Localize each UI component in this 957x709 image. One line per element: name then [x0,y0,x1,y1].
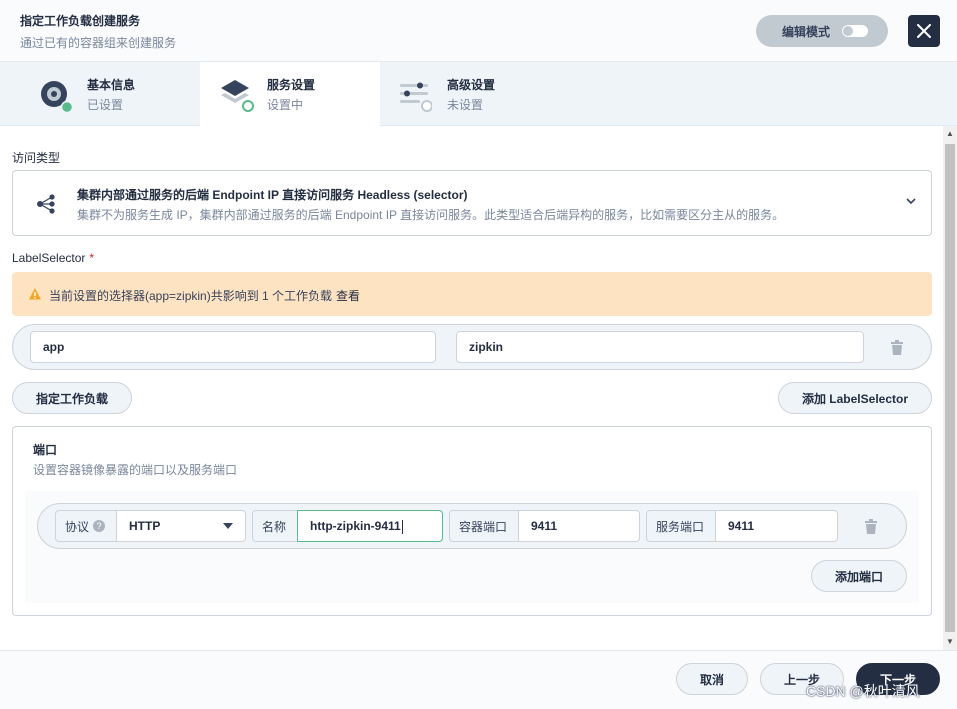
port-name-input[interactable]: http-zipkin-9411 [297,510,443,542]
label-selector-label: LabelSelector * [12,251,94,265]
tab-basic-info[interactable]: 基本信息 已设置 [0,62,180,126]
scrollbar-thumb[interactable] [945,144,955,632]
label-value-input[interactable]: zipkin [456,331,864,363]
step-title: 基本信息 [87,78,136,92]
warning-message: 当前设置的选择器(app=zipkin)共影响到 1 个工作负载 查看 [49,287,360,304]
step-status: 设置中 [267,98,304,112]
port-name-value: http-zipkin-9411 [310,519,401,533]
access-type-title: 集群内部通过服务的后端 Endpoint IP 直接访问服务 Headless … [77,188,468,202]
view-link[interactable]: 查看 [336,289,360,303]
edit-mode-label: 编辑模式 [782,24,831,39]
ports-description: 设置容器镜像暴露的端口以及服务端口 [33,463,238,477]
service-port-addon: 服务端口 [646,510,716,542]
step-title: 高级设置 [447,78,496,92]
service-port-input[interactable]: 9411 [715,510,838,542]
specify-workload-button[interactable]: 指定工作负载 [12,382,132,414]
add-label-selector-button[interactable]: 添加 LabelSelector [778,382,932,414]
scroll-down-icon[interactable]: ▼ [946,638,954,646]
dialog-header: 指定工作负载创建服务 通过已有的容器组来创建服务 编辑模式 [0,0,957,62]
access-type-label: 访问类型 [12,151,61,165]
protocol-select[interactable]: HTTP [116,510,246,542]
close-button[interactable] [908,15,940,47]
add-port-button[interactable]: 添加端口 [811,560,907,592]
dialog-subtitle: 通过已有的容器组来创建服务 [20,36,177,50]
cancel-button[interactable]: 取消 [676,663,748,695]
ports-list: 协议 ? HTTP 名称 http-zipkin-9411 容器端口 9411 … [25,491,919,603]
step-title: 服务设置 [267,78,316,92]
dialog-title: 指定工作负载创建服务 [20,14,141,28]
basic-info-icon [41,81,72,112]
tab-service-settings[interactable]: 服务设置 设置中 [200,62,380,126]
label-selector-row: app zipkin [12,324,932,370]
step-status: 未设置 [447,98,484,112]
vertical-scrollbar[interactable]: ▲ ▼ [943,126,957,650]
help-icon[interactable]: ? [93,520,106,532]
warning-text: 当前设置的选择器(app=zipkin)共影响到 1 个工作负载 [49,289,333,303]
edit-mode-toggle[interactable]: 编辑模式 [756,15,888,47]
required-mark: * [89,251,95,265]
toggle-knob [843,26,853,36]
selector-warning: 当前设置的选择器(app=zipkin)共影响到 1 个工作负载 查看 [12,272,932,316]
ports-title: 端口 [33,443,58,457]
watermark: CSDN @秋叶清风 [806,683,920,699]
text-cursor [401,519,403,534]
trash-icon[interactable] [890,340,904,356]
sliders-icon [400,82,432,112]
protocol-label: 协议 [65,519,90,534]
step-status: 已设置 [87,98,124,112]
close-icon [917,24,931,38]
name-addon: 名称 [252,510,298,542]
container-port-input[interactable]: 9411 [518,510,640,542]
service-settings-icon [221,80,254,112]
step-tabs: 基本信息 已设置 服务设置 设置中 高级设置 未设置 [0,62,957,126]
name-label: 名称 [262,519,287,534]
toggle-switch[interactable] [842,25,868,37]
warning-icon [29,288,41,300]
tab-advanced-settings[interactable]: 高级设置 未设置 [380,62,560,126]
scroll-up-icon[interactable]: ▲ [946,130,954,138]
ports-section: 端口 设置容器镜像暴露的端口以及服务端口 协议 ? HTTP 名称 http-z… [12,426,932,616]
label-key-input[interactable]: app [30,331,436,363]
protocol-value: HTTP [129,519,161,533]
label-selector-text: LabelSelector [12,251,86,265]
port-row: 协议 ? HTTP 名称 http-zipkin-9411 容器端口 9411 … [37,503,907,549]
trash-icon[interactable] [864,519,878,535]
container-port-label: 容器端口 [459,519,508,534]
service-port-label: 服务端口 [656,519,705,534]
access-type-select[interactable]: 集群内部通过服务的后端 Endpoint IP 直接访问服务 Headless … [12,170,932,236]
chevron-down-icon[interactable] [905,195,917,207]
access-type-description: 集群不为服务生成 IP，集群内部通过服务的后端 Endpoint IP 直接访问… [77,208,785,222]
container-port-addon: 容器端口 [449,510,519,542]
share-nodes-icon [37,194,55,214]
protocol-addon: 协议 ? [55,510,117,542]
caret-down-icon [223,523,233,529]
